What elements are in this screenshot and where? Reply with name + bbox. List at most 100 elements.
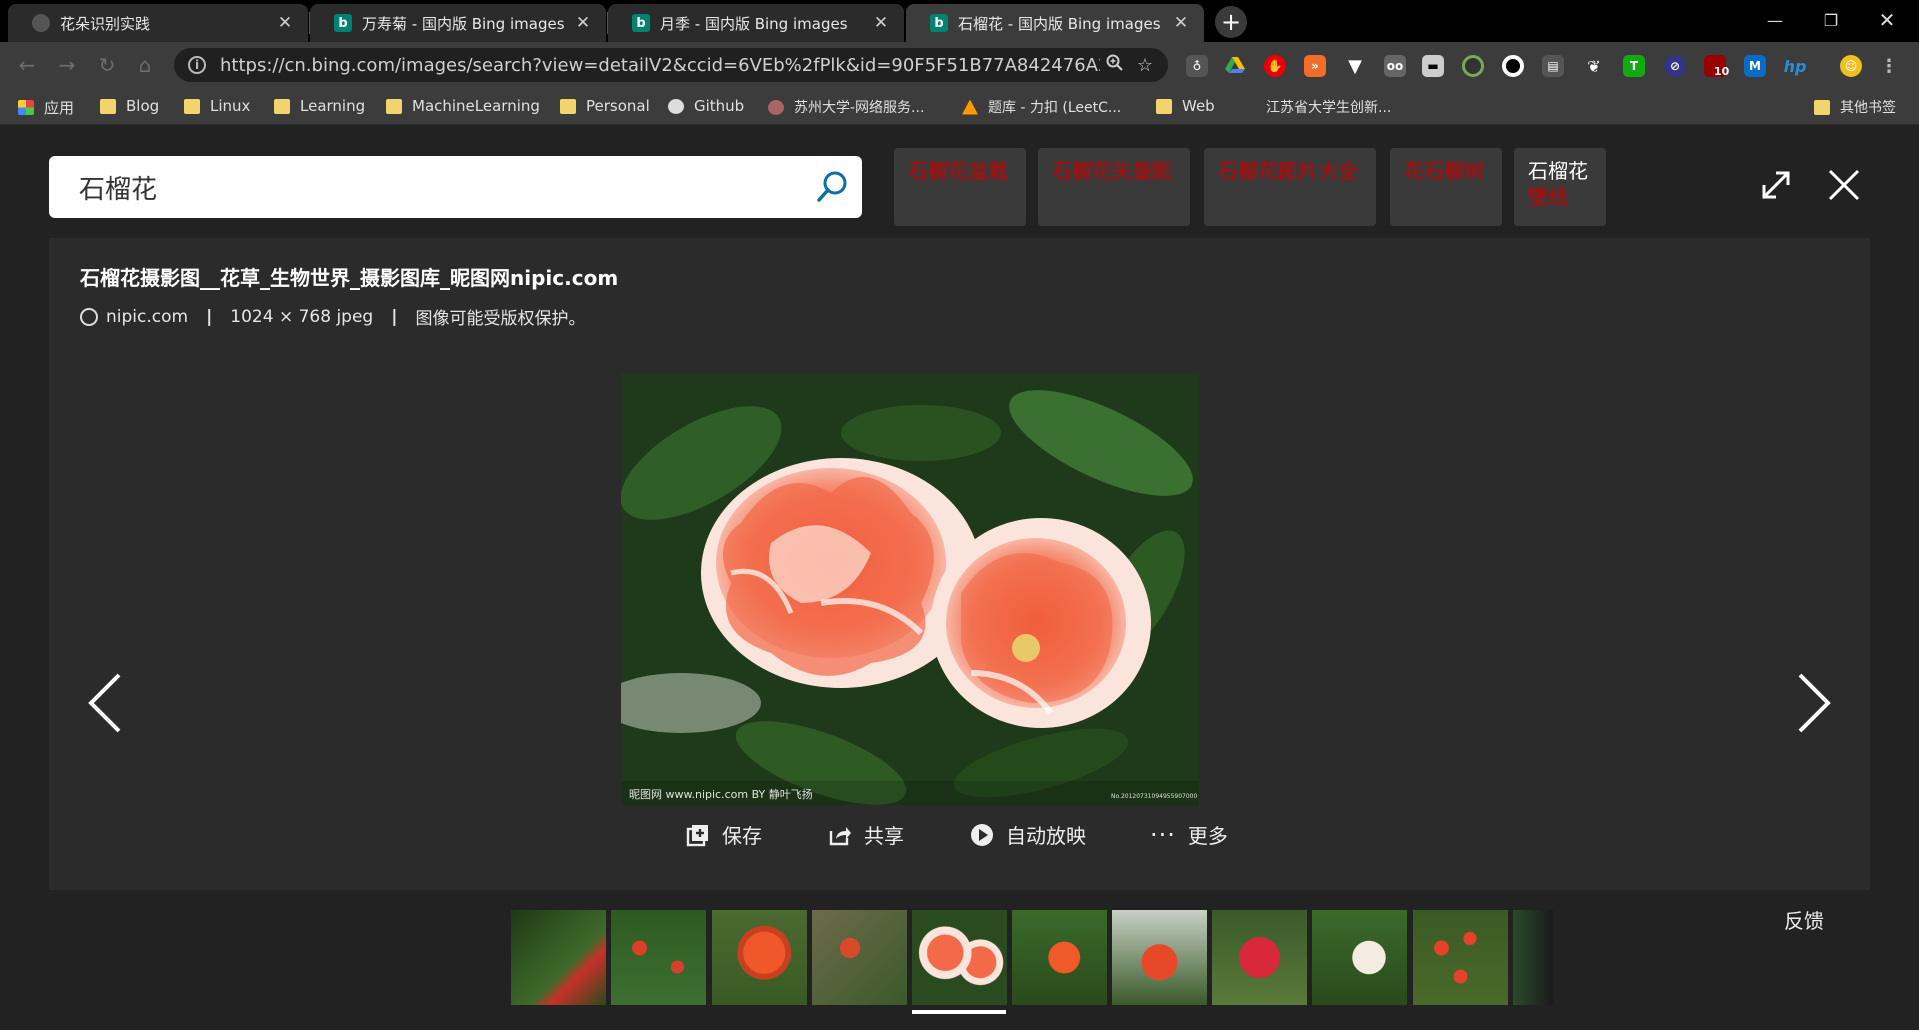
close-icon[interactable]: ✕ (872, 13, 890, 33)
more-button[interactable]: ··· 更多 (1150, 820, 1228, 849)
expand-icon[interactable] (1746, 155, 1806, 215)
thumbnail[interactable] (1112, 910, 1207, 1005)
image-title[interactable]: 石榴花摄影图__花草_生物世界_摄影图库_昵图网nipic.com (80, 262, 618, 291)
slideshow-button[interactable]: 自动放映 (970, 820, 1086, 849)
slideshow-label: 自动放映 (1006, 824, 1086, 848)
related-search-chip[interactable]: 石榴花盆栽 (894, 148, 1026, 226)
bookmark-suda[interactable]: 苏州大学-网络服务... (768, 97, 924, 117)
star-icon[interactable]: ☆ (1130, 55, 1160, 76)
feedback-link[interactable]: 反馈 (1784, 905, 1824, 934)
bookmark-web[interactable]: Web (1156, 97, 1215, 115)
bookmarks-ext-icon[interactable]: » (1304, 55, 1326, 77)
bulb-icon[interactable]: ♁ (1186, 55, 1208, 77)
back-button[interactable]: ← (14, 52, 40, 78)
thumbnail[interactable] (1212, 910, 1307, 1005)
gnome-icon[interactable]: ❦ (1583, 55, 1605, 77)
thumbnail-partial[interactable] (1513, 910, 1553, 1005)
bookmark-linux[interactable]: Linux (184, 97, 250, 115)
next-arrow-icon[interactable] (1784, 658, 1844, 748)
address-bar[interactable]: i https://cn.bing.com/images/search?view… (174, 48, 1168, 82)
related-search-chip[interactable]: 石榴花图片大全 (1204, 148, 1376, 226)
apps-icon (18, 100, 34, 115)
separator: | (206, 306, 213, 327)
thumbnail-selected[interactable] (912, 910, 1007, 1005)
close-icon[interactable] (1814, 155, 1874, 215)
close-icon[interactable]: ✕ (574, 13, 592, 33)
tab-strip: 花朵识别实践 ✕ b 万寿菊 - 国内版 Bing images ✕ b 月季 … (0, 0, 1919, 42)
separator: | (391, 306, 398, 327)
watermark-left: 昵图网 www.nipic.com BY 静叶飞扬 (629, 787, 813, 801)
search-input[interactable]: 石榴花 (79, 169, 802, 206)
tab-flower-practice[interactable]: 花朵识别实践 ✕ (8, 4, 308, 42)
site-icon (768, 99, 784, 115)
record-icon[interactable] (1502, 55, 1524, 77)
bookmark-other[interactable]: 其他书签 (1814, 97, 1896, 117)
chip-label: 石榴花 (1528, 159, 1588, 183)
image-dimensions: 1024 × 768 jpeg (230, 306, 374, 327)
source-domain[interactable]: nipic.com (106, 307, 188, 327)
reload-button[interactable]: ↻ (94, 52, 120, 78)
badge-count: 10 (1714, 65, 1730, 78)
search-icon[interactable] (802, 156, 862, 218)
m-ext-icon[interactable]: M (1744, 55, 1766, 77)
browser-toolbar: ← → ↻ ⌂ i https://cn.bing.com/images/sea… (0, 42, 1919, 88)
url-text: https://cn.bing.com/images/search?view=d… (220, 54, 1100, 76)
menu-dots-icon[interactable]: ⋮ (1878, 55, 1900, 77)
ublock-icon[interactable]: 10 (1704, 55, 1730, 78)
save-button[interactable]: 保存 (686, 820, 762, 849)
bookmark-learning[interactable]: Learning (274, 97, 365, 115)
thumbnail[interactable] (611, 910, 706, 1005)
share-icon (828, 823, 852, 847)
translate-icon[interactable]: T (1623, 55, 1645, 77)
forward-button[interactable]: → (54, 52, 80, 78)
bookmark-label: Github (694, 97, 745, 115)
search-box[interactable]: 石榴花 (49, 156, 862, 218)
bookmark-label: Blog (126, 97, 160, 115)
hp-icon[interactable]: hp (1784, 55, 1807, 77)
reader-icon[interactable]: ▤ (1542, 55, 1564, 77)
bookmark-apps[interactable]: 应用 (18, 97, 74, 118)
thumbnail[interactable] (1012, 910, 1107, 1005)
bookmark-github[interactable]: Github (668, 97, 744, 115)
adblock-icon[interactable]: ✋ (1264, 55, 1286, 77)
home-button[interactable]: ⌂ (132, 52, 158, 78)
share-button[interactable]: 共享 (828, 820, 904, 849)
bookmark-machinelearning[interactable]: MachineLearning (386, 97, 540, 115)
color-picker-icon[interactable] (1462, 55, 1484, 77)
bookmarks-bar: 应用 Blog Linux Learning MachineLearning P… (0, 88, 1919, 125)
shield-icon[interactable]: ▼ (1344, 55, 1366, 77)
prev-arrow-icon[interactable] (75, 658, 135, 748)
folder-icon (100, 98, 116, 114)
ninja-icon[interactable]: ▬ (1422, 55, 1444, 77)
bookmark-personal[interactable]: Personal (560, 97, 650, 115)
thumbnail[interactable] (511, 910, 606, 1005)
restore-button[interactable]: ❐ (1803, 0, 1859, 40)
drive-icon[interactable] (1224, 55, 1246, 77)
tab-rose[interactable]: b 月季 - 国内版 Bing images ✕ (608, 4, 904, 42)
new-tab-button[interactable]: + (1215, 6, 1247, 38)
profile-avatar[interactable]: ☺ (1840, 55, 1862, 77)
block-icon[interactable]: ⊘ (1664, 55, 1686, 77)
bookmark-jiangsu[interactable]: 江苏省大学生创新... (1240, 97, 1391, 117)
thumbnail[interactable] (1413, 910, 1508, 1005)
info-icon[interactable]: i (188, 56, 206, 74)
close-window-button[interactable]: ✕ (1859, 0, 1915, 40)
related-search-chip[interactable]: 石榴花 壁纸 (1514, 148, 1606, 226)
tab-pomegranate[interactable]: b 石榴花 - 国内版 Bing images ✕ (906, 4, 1204, 42)
thumbnail[interactable] (1312, 910, 1407, 1005)
related-search-chip[interactable]: 花石榴树 (1390, 148, 1502, 226)
bookmark-blog[interactable]: Blog (100, 97, 159, 115)
zoom-icon[interactable] (1100, 54, 1130, 77)
tab-marigold[interactable]: b 万寿菊 - 国内版 Bing images ✕ (310, 4, 606, 42)
related-search-chip[interactable]: 石榴花矢量图 (1038, 148, 1190, 226)
copyright-notice: 图像可能受版权保护。 (415, 309, 586, 329)
bookmark-leetcode[interactable]: 题库 - 力扣 (LeetC... (962, 97, 1121, 117)
cookie-icon[interactable]: oo (1384, 55, 1406, 77)
thumbnail[interactable] (712, 910, 807, 1005)
close-icon[interactable]: ✕ (276, 13, 294, 33)
main-image[interactable]: 昵图网 www.nipic.com BY 静叶飞扬 No.20120731094… (621, 373, 1199, 805)
minimize-button[interactable]: — (1747, 0, 1803, 40)
close-icon[interactable]: ✕ (1172, 13, 1190, 33)
tab-title: 花朵识别实践 (60, 14, 151, 33)
thumbnail[interactable] (812, 910, 907, 1005)
